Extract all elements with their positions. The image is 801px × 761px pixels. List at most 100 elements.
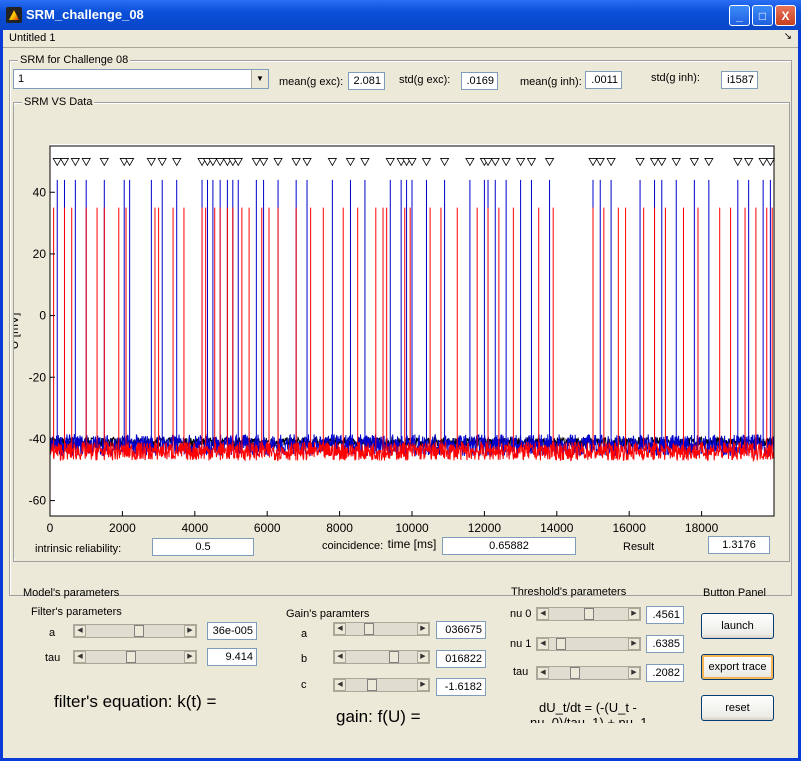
x-tick-label: 8000 [326,521,353,535]
arrow-right-icon[interactable]: ▶ [628,638,640,650]
arrow-right-icon[interactable]: ▶ [417,651,429,663]
gain-equation: gain: f(U) = [336,707,421,726]
button-panel-title: Button Panel [703,587,766,599]
y-axis-label: U [mV] [14,313,21,350]
x-tick-label: 16000 [613,521,647,535]
gain-b-field[interactable]: 016822 [436,650,486,668]
slider-thumb[interactable] [367,679,378,691]
gain-c-slider[interactable]: ◀ ▶ [333,678,430,692]
filter-tau-label: tau [45,652,61,664]
arrow-right-icon[interactable]: ▶ [417,679,429,691]
coincidence-label: coincidence: [322,540,384,552]
x-tick-label: 6000 [254,521,281,535]
arrow-right-icon[interactable]: ▶ [184,625,196,637]
threshold-equation: dU_t/dt = (-(U_t - nu_0)/tau_1) + nu_1 [523,700,683,723]
slider-thumb[interactable] [583,608,594,620]
gain-a-slider[interactable]: ◀ ▶ [333,622,430,636]
x-tick-label: 10000 [395,521,429,535]
filter-tau-field[interactable]: 9.414 [207,648,257,666]
minimize-button[interactable]: _ [729,5,750,26]
std-exc-label: std(g exc): [399,74,451,86]
reliability-field[interactable]: 0.5 [152,538,254,556]
y-tick-label: -40 [29,432,47,446]
arrow-right-icon[interactable]: ▶ [184,651,196,663]
slider-thumb[interactable] [134,625,145,637]
gain-params-title: Gain's paramters [286,608,370,620]
arrow-left-icon[interactable]: ◀ [74,625,86,637]
plot-area: 0 2000 4000 6000 8000 10000 12000 14000 16000 180… [7,106,783,558]
x-tick-label: 18000 [685,521,719,535]
filter-tau-slider[interactable]: ◀ ▶ [73,650,197,664]
menu-bar: Untitled 1 ↘ [3,30,798,48]
x-axis-label: time [ms] [388,537,437,551]
arrow-right-icon[interactable]: ▶ [628,608,640,620]
arrow-right-icon[interactable]: ▶ [628,667,640,679]
nu1-field[interactable]: .6385 [646,635,684,653]
threshold-tau-field[interactable]: .2082 [646,664,684,682]
reset-button[interactable]: reset [701,695,774,721]
dock-arrow-icon[interactable]: ↘ [784,31,792,42]
threshold-equation-line1: dU_t/dt = (-(U_t - [539,700,637,715]
matlab-icon [6,7,22,23]
arrow-left-icon[interactable]: ◀ [334,679,346,691]
app-window: SRM_challenge_08 _ □ X Untitled 1 ↘ SRM … [0,0,801,761]
filter-a-field[interactable]: 36e-005 [207,622,257,640]
nu0-field[interactable]: .4561 [646,606,684,624]
srm-group-label: SRM for Challenge 08 [18,54,131,66]
gain-c-field[interactable]: -1.6182 [436,678,486,696]
mean-exc-label: mean(g exc): [279,76,344,88]
filter-params-title: Filter's parameters [31,606,122,618]
nu0-slider[interactable]: ◀ ▶ [536,607,641,621]
threshold-equation-line2: nu_0)/tau_1) + nu_1 [530,715,648,723]
gain-a-field[interactable]: 036675 [436,621,486,639]
mean-inh-label: mean(g inh): [520,76,582,88]
close-button[interactable]: X [775,5,796,26]
menu-title[interactable]: Untitled 1 [9,32,55,44]
result-label: Result [623,541,655,553]
slider-thumb[interactable] [364,623,375,635]
std-inh-field[interactable]: i1587 [721,71,758,89]
arrow-left-icon[interactable]: ◀ [334,623,346,635]
arrow-left-icon[interactable]: ◀ [74,651,86,663]
coincidence-field[interactable]: 0.65882 [442,537,576,555]
x-tick-label: 14000 [540,521,574,535]
slider-thumb[interactable] [388,651,399,663]
title-bar: SRM_challenge_08 _ □ X [0,0,801,30]
mean-exc-field[interactable]: 2.081 [348,72,385,90]
arrow-left-icon[interactable]: ◀ [537,667,549,679]
result-field[interactable]: 1.3176 [708,536,770,554]
export-trace-button[interactable]: export trace [701,654,774,680]
slider-thumb[interactable] [125,651,136,663]
challenge-select[interactable]: 1 ▼ [13,69,269,89]
x-tick-label: 12000 [468,521,502,535]
arrow-left-icon[interactable]: ◀ [334,651,346,663]
arrow-left-icon[interactable]: ◀ [537,608,549,620]
std-exc-field[interactable]: .0169 [461,72,498,90]
threshold-tau-label: tau [513,666,529,678]
slider-thumb[interactable] [569,667,580,679]
gain-a-label: a [301,628,308,640]
filter-equation: filter's equation: k(t) = [54,692,217,711]
filter-a-slider[interactable]: ◀ ▶ [73,624,197,638]
y-tick-label: 20 [33,247,47,261]
mean-inh-field[interactable]: .0011 [585,71,622,89]
nu1-slider[interactable]: ◀ ▶ [536,637,641,651]
y-tick-label: -20 [29,370,47,384]
arrow-left-icon[interactable]: ◀ [537,638,549,650]
maximize-button[interactable]: □ [752,5,773,26]
client-area: Untitled 1 ↘ SRM for Challenge 08 1 ▼ me… [3,30,798,758]
x-tick-label: 4000 [181,521,208,535]
threshold-tau-slider[interactable]: ◀ ▶ [536,666,641,680]
chevron-down-icon[interactable]: ▼ [251,70,268,88]
gain-b-label: b [301,653,308,665]
arrow-right-icon[interactable]: ▶ [417,623,429,635]
slider-thumb[interactable] [555,638,566,650]
launch-button[interactable]: launch [701,613,774,639]
x-tick-label: 0 [47,521,54,535]
challenge-select-value: 1 [18,73,25,85]
srm-vs-data-chart: 0 2000 4000 6000 8000 10000 12000 14000 16000 180… [7,144,776,551]
gain-b-slider[interactable]: ◀ ▶ [333,650,430,664]
reliability-label: intrinsic reliability: [35,543,122,555]
nu0-label: nu 0 [510,608,532,620]
y-tick-label: 0 [39,309,46,323]
